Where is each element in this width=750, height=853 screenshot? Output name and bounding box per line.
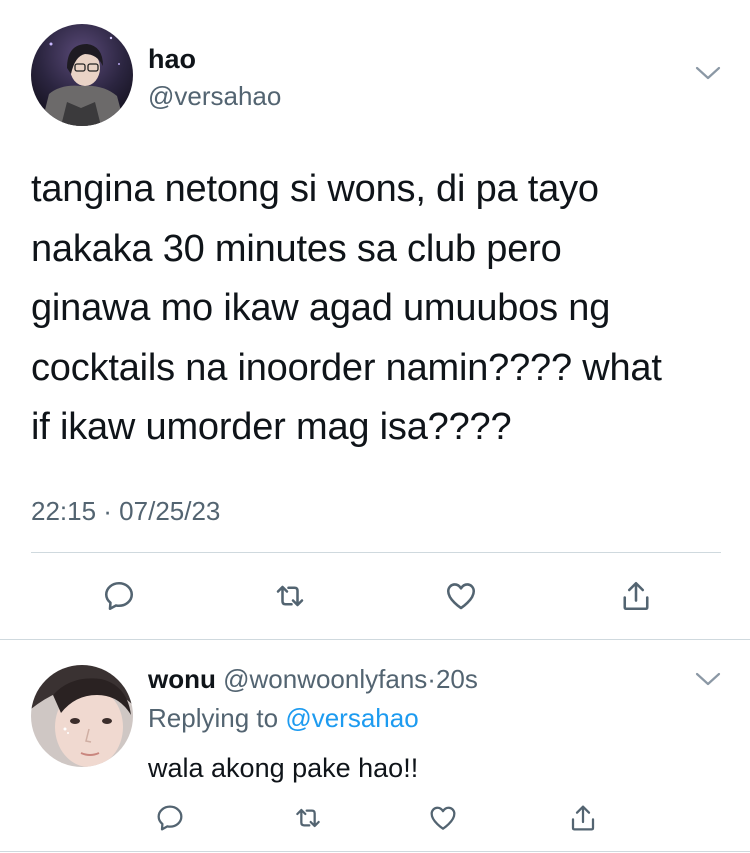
tweet-text: tangina netong si wons, di pa tayo nakak… [31, 168, 662, 448]
user-handle[interactable]: @versahao [148, 80, 281, 112]
chevron-down-icon[interactable] [693, 668, 723, 690]
like-icon[interactable] [421, 796, 465, 840]
mention-link[interactable]: @versahao [285, 703, 418, 733]
reply-icon[interactable] [95, 572, 143, 620]
separator: · [427, 664, 436, 694]
replying-to-label: Replying to [148, 703, 279, 733]
divider [0, 851, 750, 852]
divider [31, 552, 721, 553]
chevron-down-icon[interactable] [693, 62, 723, 84]
reply-actions [0, 796, 750, 840]
reply-header: wonu @wonwoonlyfans·20s [148, 663, 478, 695]
reply-age[interactable]: 20s [436, 664, 478, 694]
tweet-actions [0, 572, 750, 620]
reply-text: wala akong pake hao!! [148, 753, 419, 783]
display-name[interactable]: hao [148, 43, 196, 75]
divider [0, 639, 750, 640]
like-icon[interactable] [437, 572, 485, 620]
avatar[interactable] [31, 665, 133, 767]
retweet-icon[interactable] [266, 572, 314, 620]
user-handle[interactable]: @wonwoonlyfans [223, 664, 427, 694]
share-icon[interactable] [612, 572, 660, 620]
replying-to: Replying to @versahao [148, 702, 419, 734]
tweet-timestamp[interactable]: 22:15 · 07/25/23 [31, 494, 220, 528]
reply-icon[interactable] [148, 796, 192, 840]
retweet-icon[interactable] [286, 796, 330, 840]
share-icon[interactable] [561, 796, 605, 840]
avatar[interactable] [31, 24, 133, 126]
display-name[interactable]: wonu [148, 664, 216, 694]
